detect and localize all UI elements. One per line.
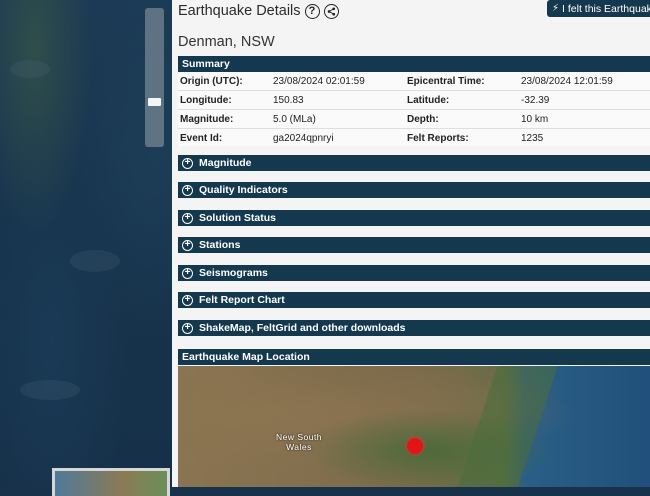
expand-icon: + [182, 212, 193, 224]
felt-earthquake-label: I felt this Earthquake [562, 2, 650, 15]
summary-heading: Summary [182, 58, 230, 70]
event-location: Denman, NSW [178, 34, 275, 50]
title-row: Earthquake Details ? [178, 1, 339, 21]
origin-value: 23/08/2024 02:01:59 [273, 76, 365, 87]
map-location-heading: Earthquake Map Location [182, 351, 310, 363]
epicenter-marker[interactable] [407, 438, 423, 454]
latitude-label: Latitude: [407, 95, 450, 106]
section-label: Solution Status [199, 212, 276, 224]
zoom-slider-handle[interactable] [148, 98, 161, 106]
longitude-value: 150.83 [273, 95, 304, 106]
overview-minimap[interactable] [52, 468, 170, 496]
latitude-value: -32.39 [521, 95, 550, 106]
map-terrain [70, 250, 120, 272]
map-location-header: Earthquake Map Location [178, 349, 650, 365]
section-stations[interactable]: + Stations [178, 237, 650, 253]
section-seismograms[interactable]: + Seismograms [178, 265, 650, 281]
felt-earthquake-button[interactable]: ⚡ I felt this Earthquake [547, 0, 650, 17]
share-icon[interactable] [323, 3, 339, 19]
depth-label: Depth: [407, 114, 439, 125]
summary-table: Origin (UTC): 23/08/2024 02:01:59 Epicen… [178, 72, 650, 146]
summary-row: Magnitude: 5.0 (MLa) Depth: 10 km [178, 110, 650, 129]
summary-row: Longitude: 150.83 Latitude: -32.39 [178, 91, 650, 110]
expand-icon: + [182, 239, 193, 251]
section-label: ShakeMap, FeltGrid and other downloads [199, 322, 406, 334]
depth-value: 10 km [521, 114, 549, 125]
section-label: Quality Indicators [199, 184, 288, 196]
page-title: Earthquake Details [178, 3, 301, 19]
earthquake-location-map[interactable]: New South Wales [178, 366, 650, 487]
background-map[interactable] [0, 0, 172, 496]
map-terrain [455, 366, 561, 487]
region-label-line1: New South [275, 432, 323, 442]
longitude-label: Longitude: [180, 95, 232, 106]
section-solution-status[interactable]: + Solution Status [178, 210, 650, 226]
region-label: New South Wales [274, 432, 324, 452]
zoom-slider[interactable] [145, 8, 164, 147]
origin-label: Origin (UTC): [180, 76, 243, 87]
magnitude-label: Magnitude: [180, 114, 234, 125]
section-magnitude[interactable]: + Magnitude [178, 155, 650, 171]
section-label: Seismograms [199, 267, 268, 279]
earthquake-details-panel: Earthquake Details ? ⚡ I felt this Earth… [172, 0, 650, 487]
section-label: Felt Report Chart [199, 294, 285, 306]
felt-reports-value: 1235 [521, 133, 544, 144]
section-label: Stations [199, 239, 241, 251]
region-label-line2: Wales [286, 442, 312, 452]
lightning-bolt-icon: ⚡ [552, 3, 560, 14]
expand-icon: + [182, 184, 193, 196]
felt-reports-label: Felt Reports: [407, 133, 469, 144]
question-icon[interactable]: ? [304, 3, 320, 19]
event-id-value: ga2024qpnryi [273, 133, 334, 144]
expand-icon: + [182, 157, 193, 169]
section-felt-report-chart[interactable]: + Felt Report Chart [178, 292, 650, 308]
expand-icon: + [182, 322, 193, 334]
section-downloads[interactable]: + ShakeMap, FeltGrid and other downloads [178, 320, 650, 336]
event-id-label: Event Id: [180, 133, 223, 144]
summary-row: Origin (UTC): 23/08/2024 02:01:59 Epicen… [178, 72, 650, 91]
map-terrain [10, 60, 50, 78]
summary-row: Event Id: ga2024qpnryi Felt Reports: 123… [178, 129, 650, 147]
epicentral-time-value: 23/08/2024 12:01:59 [521, 76, 613, 87]
section-label: Magnitude [199, 157, 252, 169]
epicentral-time-label: Epicentral Time: [407, 76, 485, 87]
expand-icon: + [182, 294, 193, 306]
summary-header: Summary [178, 56, 650, 72]
magnitude-value: 5.0 (MLa) [273, 114, 316, 125]
section-quality-indicators[interactable]: + Quality Indicators [178, 182, 650, 198]
expand-icon: + [182, 267, 193, 279]
map-terrain [20, 380, 80, 400]
